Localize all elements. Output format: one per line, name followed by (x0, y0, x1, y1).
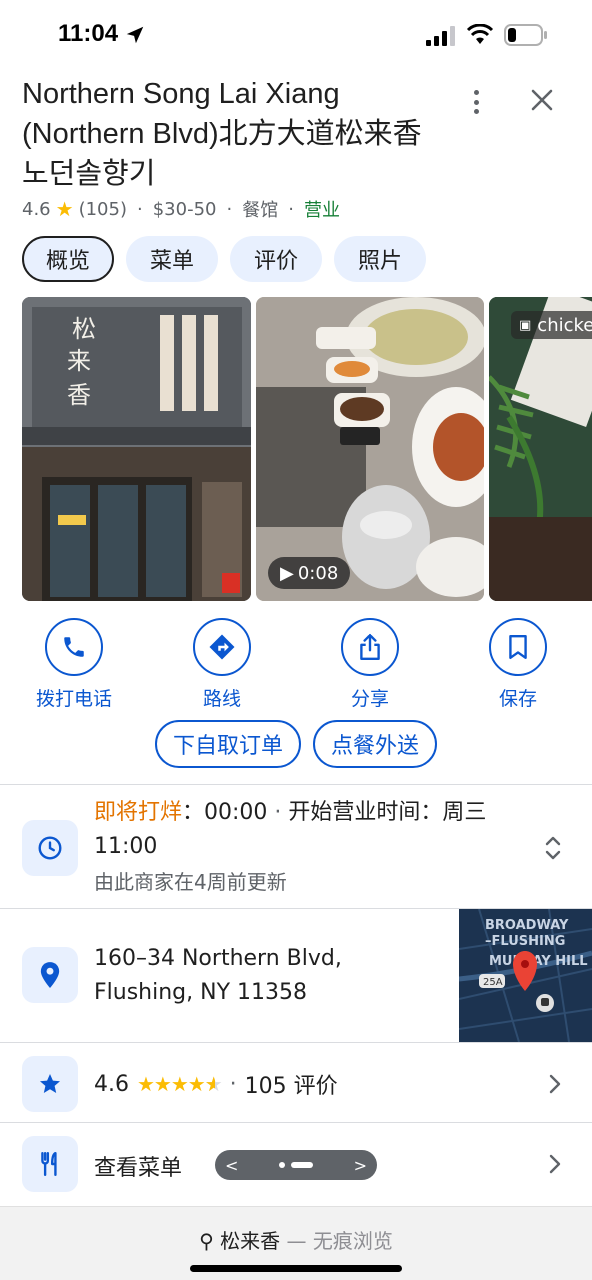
rating-value: 4.6 (22, 198, 51, 220)
video-duration-badge: ▶ 0:08 (268, 557, 351, 589)
address-icon-box (22, 947, 78, 1003)
map-thumbnail[interactable]: BROADWAY –FLUSHING MURRAY HILL 25A (459, 909, 592, 1042)
wifi-icon (466, 24, 494, 44)
review-count: 105 评价 (244, 1074, 338, 1099)
photo-label: ▣ chicke (511, 311, 592, 339)
review-count: (105) (78, 198, 127, 220)
status-bar: 11:04 (0, 0, 592, 70)
open-status: 营业 (303, 200, 340, 221)
browser-bar: ⚲ 松来香 — 无痕浏览 (0, 1206, 592, 1280)
map-label: –FLUSHING (485, 934, 565, 949)
chevron-right-icon[interactable] (546, 1153, 564, 1175)
more-options-button[interactable] (462, 86, 490, 118)
phone-icon (64, 637, 84, 657)
map-label: BROADWAY (485, 918, 569, 933)
search-icon: ⚲ (199, 1229, 214, 1253)
tab-bar: 概览 菜单 评价 照片 (22, 236, 427, 282)
divider (0, 1042, 592, 1043)
separator: · (229, 1071, 237, 1097)
order-buttons: 下自取订单 点餐外送 (0, 720, 592, 768)
chevron-left-icon[interactable]: < (225, 1156, 238, 1175)
hours-icon-box (22, 820, 78, 876)
video-duration: 0:08 (297, 562, 339, 584)
address[interactable]: 160–34 Northern Blvd, Flushing, NY 11358 (94, 942, 444, 1010)
view-menu[interactable]: 查看菜单 (94, 1150, 182, 1182)
browser-address-bar[interactable]: ⚲ 松来香 — 无痕浏览 (0, 1225, 592, 1254)
reviews-row[interactable]: 4.6 ★★★★★ ★ · 105 评价 (94, 1068, 338, 1100)
category: 餐馆 (242, 200, 279, 221)
separator: · (267, 800, 289, 825)
place-title: Northern Song Lai Xiang (Northern Blvd)北… (22, 78, 422, 190)
menu-carousel-scroller[interactable]: < > (215, 1150, 377, 1180)
tab-overview[interactable]: 概览 (22, 236, 115, 282)
separator: · (136, 198, 143, 220)
bookmark-icon (509, 634, 527, 660)
photo-label-text: chicke (537, 314, 592, 336)
map-label: MURRAY HILL (489, 954, 588, 969)
directions-label: 路线 (202, 688, 241, 710)
share-button[interactable]: 分享 (315, 618, 425, 711)
divider (0, 784, 592, 785)
tab-photos[interactable]: 照片 (334, 236, 427, 282)
closing-time: ：00:00 (182, 800, 268, 825)
hours-summary[interactable]: 即将打烊：00:00 · 开始营业时间：周三 11:00 (94, 796, 534, 864)
dish-photo[interactable]: ▣ chicke (489, 297, 592, 601)
action-row: 拨打电话 路线 分享 保存 (0, 618, 592, 711)
directions-button[interactable]: 路线 (167, 618, 277, 711)
food-video-thumbnail[interactable]: ▶ 0:08 (256, 297, 484, 601)
address-line-1: 160–34 Northern Blvd, (94, 946, 342, 971)
separator: · (226, 198, 233, 220)
tab-menu[interactable]: 菜单 (126, 236, 219, 282)
share-icon (360, 633, 380, 661)
star-icon (40, 1074, 60, 1093)
battery-icon (504, 24, 547, 46)
svg-text:香: 香 (67, 381, 91, 409)
location-arrow-icon (126, 26, 144, 44)
separator: · (288, 198, 294, 220)
location-pin-icon (40, 962, 60, 988)
price-range: $30-50 (152, 198, 217, 220)
divider (0, 1122, 592, 1123)
hours-updated-note: 由此商家在4周前更新 (94, 870, 287, 894)
clock-icon (38, 836, 62, 860)
tab-reviews[interactable]: 评价 (230, 236, 323, 282)
rating-value: 4.6 (94, 1071, 129, 1097)
directions-icon (209, 634, 235, 660)
home-indicator[interactable] (190, 1265, 402, 1272)
browser-mode: — 无痕浏览 (286, 1229, 393, 1253)
closing-soon: 即将打烊 (94, 800, 183, 825)
cellular-signal-icon (426, 26, 455, 46)
reviews-icon-box (22, 1056, 78, 1112)
image-icon: ▣ (519, 317, 532, 333)
share-label: 分享 (350, 688, 389, 710)
photo-carousel[interactable]: 松 来 香 ▶ 0:08 ▣ chicke (22, 297, 592, 601)
save-label: 保存 (498, 688, 537, 710)
play-icon: ▶ (280, 562, 294, 584)
rating-stars: ★★★★★ ★ (137, 1072, 223, 1096)
status-time: 11:04 (58, 20, 119, 47)
restaurant-icon (41, 1151, 57, 1177)
call-label: 拨打电话 (35, 688, 112, 710)
menu-icon-box (22, 1136, 78, 1192)
svg-text:松: 松 (72, 315, 96, 343)
place-meta: 4.6 ★ (105) · $30-50 · 餐馆 · 营业 (22, 196, 340, 222)
save-button[interactable]: 保存 (463, 618, 573, 711)
chevron-right-icon[interactable] (546, 1073, 564, 1095)
storefront-photo[interactable]: 松 来 香 (22, 297, 251, 601)
pickup-order-button[interactable]: 下自取订单 (154, 720, 301, 768)
address-line-2: Flushing, NY 11358 (94, 980, 307, 1005)
route-label: 25A (483, 977, 503, 988)
close-icon[interactable] (526, 84, 558, 116)
star-icon: ★ (55, 197, 74, 221)
expand-icon[interactable] (540, 833, 566, 863)
call-button[interactable]: 拨打电话 (19, 618, 129, 711)
chevron-right-icon[interactable]: > (354, 1156, 367, 1175)
browser-query: 松来香 (220, 1229, 281, 1253)
svg-text:来: 来 (67, 347, 91, 375)
delivery-order-button[interactable]: 点餐外送 (313, 720, 438, 768)
